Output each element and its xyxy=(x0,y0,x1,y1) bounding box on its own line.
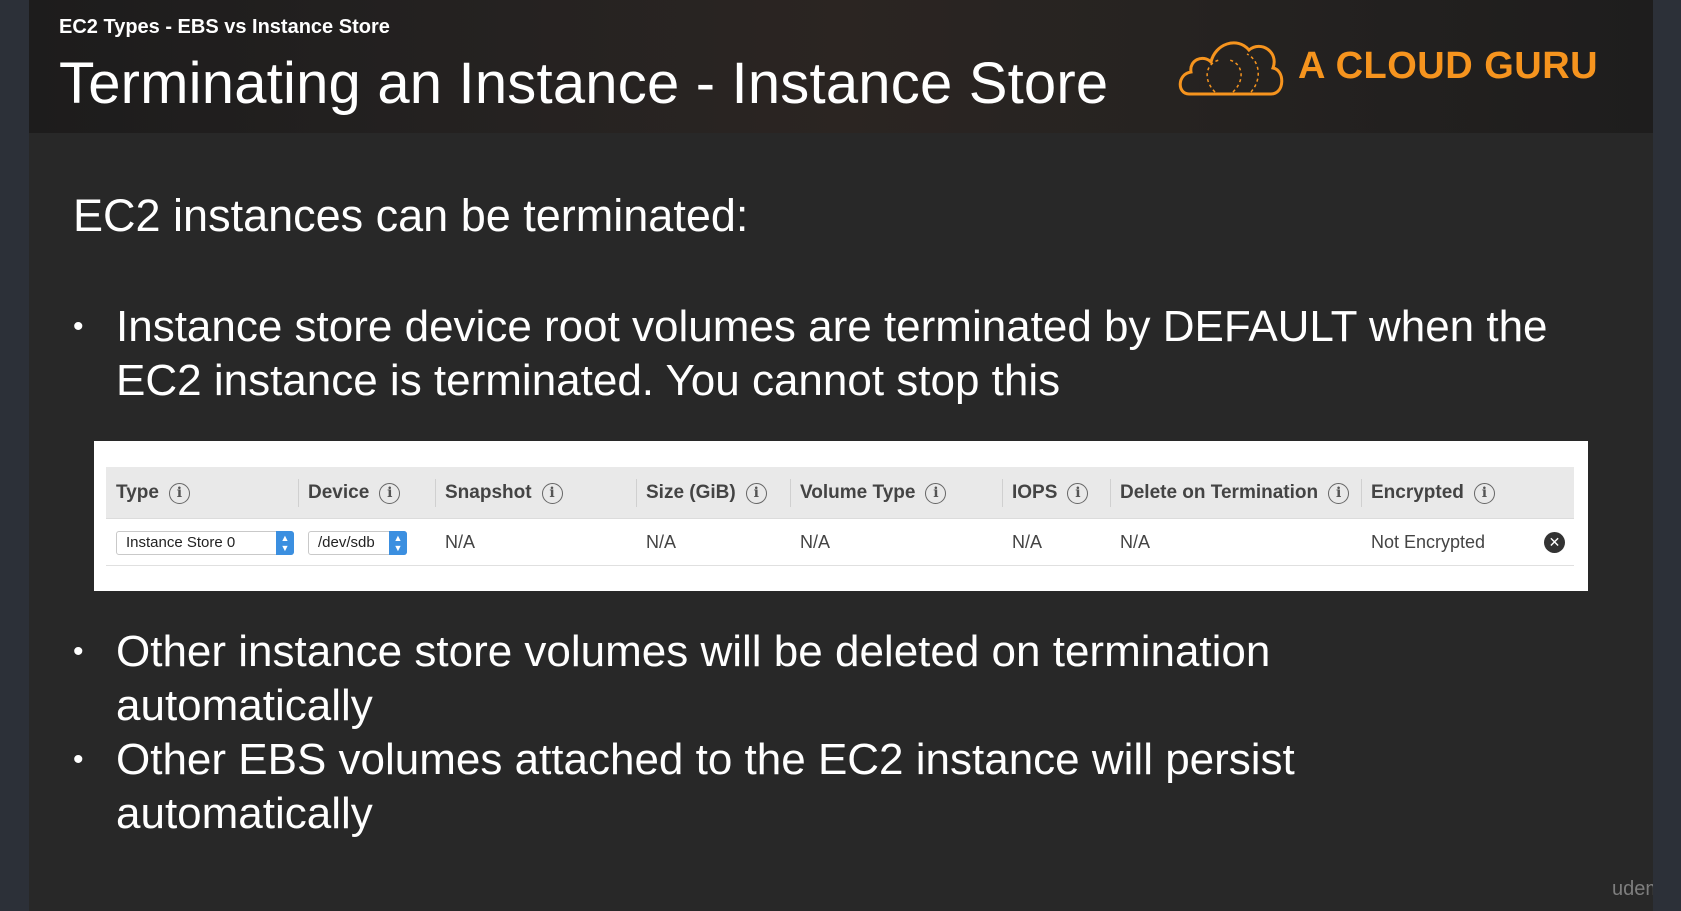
bullet-line: Other instance store volumes will be del… xyxy=(116,627,1271,676)
bullet-line: automatically xyxy=(116,681,373,730)
encrypted-cell: Not Encrypted xyxy=(1371,532,1486,552)
volume-type-cell: N/A xyxy=(800,532,831,552)
right-margin xyxy=(1653,0,1681,911)
udemy-watermark: udemy xyxy=(1612,878,1653,900)
type-cell: Instance Store 0 ▲ ▼ xyxy=(116,519,294,566)
size-cell: N/A xyxy=(646,532,677,552)
info-icon[interactable]: i xyxy=(1067,482,1089,504)
column-header-device: Device i xyxy=(298,467,401,519)
logo-text: A CLOUD GURU xyxy=(1298,45,1599,87)
bullet-ebs-volumes: • Other EBS volumes attached to the EC2 … xyxy=(73,733,1633,843)
snapshot-cell: N/A xyxy=(445,532,476,552)
info-icon[interactable]: i xyxy=(379,482,401,504)
select-arrows-icon: ▲ ▼ xyxy=(276,530,294,555)
type-select[interactable]: Instance Store 0 ▲ ▼ xyxy=(116,530,294,555)
bullet-line: Instance store device root volumes are t… xyxy=(116,302,1548,351)
delete-on-termination-cell: N/A xyxy=(1120,532,1151,552)
slide-header: EC2 Types - EBS vs Instance Store Termin… xyxy=(29,0,1653,133)
cloud-logo-icon xyxy=(1178,41,1284,96)
info-icon[interactable]: i xyxy=(925,482,947,504)
left-margin xyxy=(0,0,29,911)
info-icon[interactable]: i xyxy=(168,482,190,504)
info-icon[interactable]: i xyxy=(745,482,767,504)
bullet-dot: • xyxy=(73,635,84,668)
select-arrows-icon: ▲ ▼ xyxy=(389,530,407,555)
bullet-dot: • xyxy=(73,743,84,776)
storage-table-screenshot: Type i Device i Snapshot i Size (GiB) i Volu… xyxy=(94,441,1588,591)
bullet-line: Other EBS volumes attached to the EC2 in… xyxy=(116,735,1295,784)
a-cloud-guru-logo: A CLOUD GURU xyxy=(1175,30,1598,102)
remove-volume-icon[interactable]: ✕ xyxy=(1544,532,1565,553)
column-header-size: Size (GiB) i xyxy=(636,467,767,519)
column-header-iops: IOPS i xyxy=(1002,467,1089,519)
bullet-line: automatically xyxy=(116,789,373,838)
bullet-instance-store-volumes: • Other instance store volumes will be d… xyxy=(73,625,1633,735)
slide: EC2 Types - EBS vs Instance Store Termin… xyxy=(29,0,1653,911)
column-header-encrypted: Encrypted i xyxy=(1361,467,1495,519)
info-icon[interactable]: i xyxy=(1473,482,1495,504)
slide-subtitle: EC2 Types - EBS vs Instance Store xyxy=(59,16,390,38)
table-row: Instance Store 0 ▲ ▼ /dev/sdb ▲ ▼ N/A N/A … xyxy=(106,519,1574,566)
intro-text: EC2 instances can be terminated: xyxy=(73,190,749,241)
bullet-dot: • xyxy=(73,310,84,343)
info-icon[interactable]: i xyxy=(1328,482,1350,504)
column-header-snapshot: Snapshot i xyxy=(435,467,563,519)
info-icon[interactable]: i xyxy=(541,482,563,504)
column-header-delete-on-termination: Delete on Termination i xyxy=(1110,467,1350,519)
slide-title: Terminating an Instance - Instance Store xyxy=(59,51,1109,116)
column-header-volume-type: Volume Type i xyxy=(790,467,947,519)
table-header: Type i Device i Snapshot i Size (GiB) i Volu… xyxy=(106,467,1574,519)
column-header-type: Type i xyxy=(116,467,190,519)
bullet-text: Other instance store volumes will be del… xyxy=(116,625,1610,733)
storage-table: Type i Device i Snapshot i Size (GiB) i Volu… xyxy=(106,467,1574,569)
bullet-text: Instance store device root volumes are t… xyxy=(116,300,1610,408)
bullet-root-volumes: • Instance store device root volumes are… xyxy=(73,300,1633,410)
iops-cell: N/A xyxy=(1012,532,1043,552)
device-select[interactable]: /dev/sdb ▲ ▼ xyxy=(308,530,407,555)
bullet-line: EC2 instance is terminated. You cannot s… xyxy=(116,356,1061,405)
device-cell: /dev/sdb ▲ ▼ xyxy=(308,519,407,566)
bullet-text: Other EBS volumes attached to the EC2 in… xyxy=(116,733,1610,841)
